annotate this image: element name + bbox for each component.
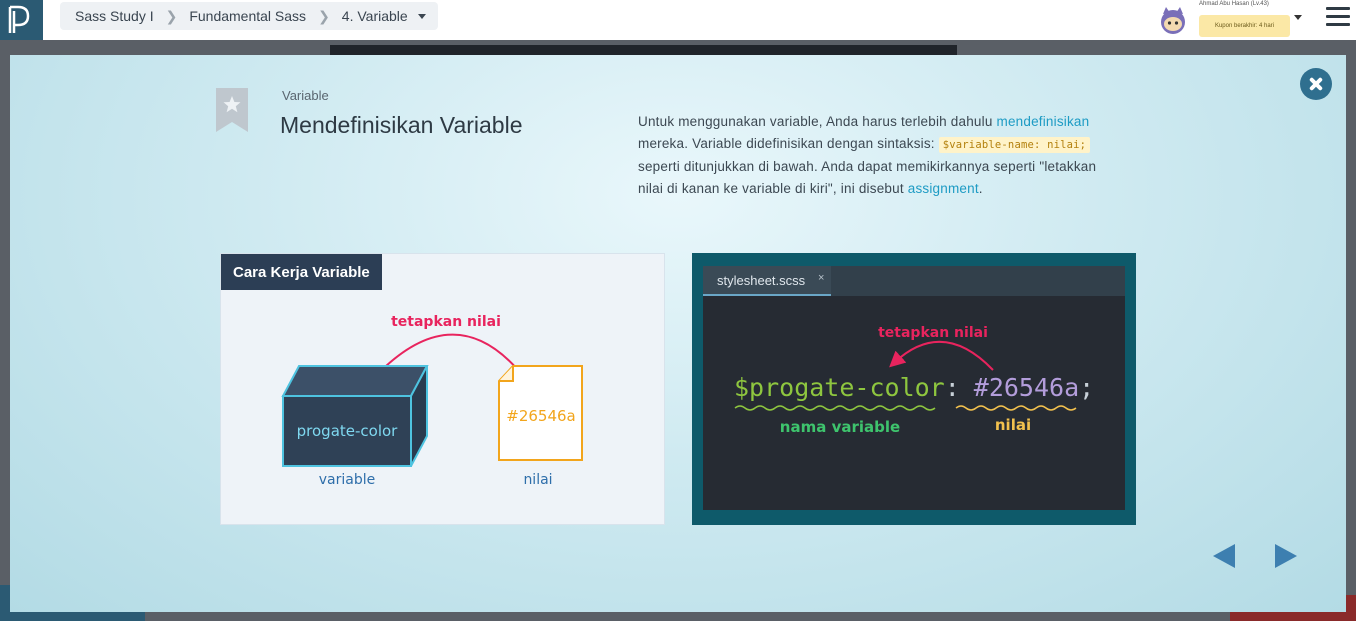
slide-modal: Variable Mendefinisikan Variable Untuk m… <box>10 55 1346 612</box>
user-name: Ahmad Abu Hasan (Lv.43) <box>1199 1 1269 7</box>
value-squiggle <box>955 405 1077 411</box>
description-text: seperti ditunjukkan di bawah. Anda dapat… <box>638 159 1097 196</box>
bookmark-icon[interactable] <box>216 88 248 132</box>
coupon-badge: Kupon berakhir: 4 hari <box>1199 15 1290 37</box>
avatar[interactable] <box>1158 5 1188 35</box>
code-colon: : <box>945 373 960 402</box>
editor-assign-arrow <box>889 341 994 371</box>
breadcrumb-lesson[interactable]: 4. Variable <box>342 8 408 24</box>
code-example: stylesheet.scss × tetapkan nilai $progat… <box>692 253 1136 525</box>
description-text: . <box>978 180 983 196</box>
code-editor: stylesheet.scss × tetapkan nilai $progat… <box>703 266 1125 510</box>
top-bar: Sass Study I ❯ Fundamental Sass ❯ 4. Var… <box>0 0 1356 40</box>
next-slide-icon[interactable] <box>1275 544 1297 568</box>
description-text: mereka. Variable didefinisikan dengan si… <box>638 135 939 151</box>
inline-code: $variable-name: nilai; <box>938 136 1091 153</box>
breadcrumb-course[interactable]: Sass Study I <box>75 8 154 24</box>
assignment-link[interactable]: assignment <box>908 181 979 196</box>
caret-down-icon[interactable] <box>417 13 426 19</box>
value-name-caption: nilai <box>995 416 1031 434</box>
code-variable-name: $progate-color <box>734 373 945 402</box>
breadcrumb: Sass Study I ❯ Fundamental Sass ❯ 4. Var… <box>60 2 438 30</box>
variable-caption: variable <box>319 472 375 488</box>
editor-arrow-label: tetapkan nilai <box>878 325 988 341</box>
close-icon[interactable] <box>1300 68 1332 100</box>
chevron-right-icon: ❯ <box>318 7 330 24</box>
diagram-title: Cara Kerja Variable <box>221 254 382 290</box>
variable-diagram: tetapkan nilai progate-color variable #2… <box>220 253 665 525</box>
slide-description: Untuk menggunakan variable, Anda harus t… <box>638 111 1108 199</box>
value-caption: nilai <box>523 472 552 488</box>
definition-link[interactable]: mendefinisikan <box>997 114 1090 129</box>
slide-title: Mendefinisikan Variable <box>280 112 523 138</box>
value-text: #26546a <box>506 407 575 425</box>
variable-squiggle <box>734 405 936 411</box>
chevron-right-icon: ❯ <box>165 7 178 24</box>
description-text: Untuk menggunakan variable, Anda harus t… <box>638 114 997 129</box>
code-value: #26546a <box>974 373 1079 402</box>
breadcrumb-chapter[interactable]: Fundamental Sass <box>189 8 306 24</box>
progate-logo[interactable] <box>0 0 43 40</box>
variable-name-caption: nama variable <box>780 418 900 436</box>
arrow-label: tetapkan nilai <box>391 314 501 330</box>
previous-slide-icon[interactable] <box>1213 544 1235 568</box>
hamburger-menu-icon[interactable] <box>1326 7 1350 29</box>
caret-down-icon[interactable] <box>1294 15 1302 20</box>
box-variable-name: progate-color <box>297 422 399 440</box>
code-semicolon: ; <box>1079 373 1094 402</box>
section-label: Variable <box>282 88 329 103</box>
svg-text:$progate-color:#26546a;: $progate-color: #26546a; <box>734 373 1094 402</box>
